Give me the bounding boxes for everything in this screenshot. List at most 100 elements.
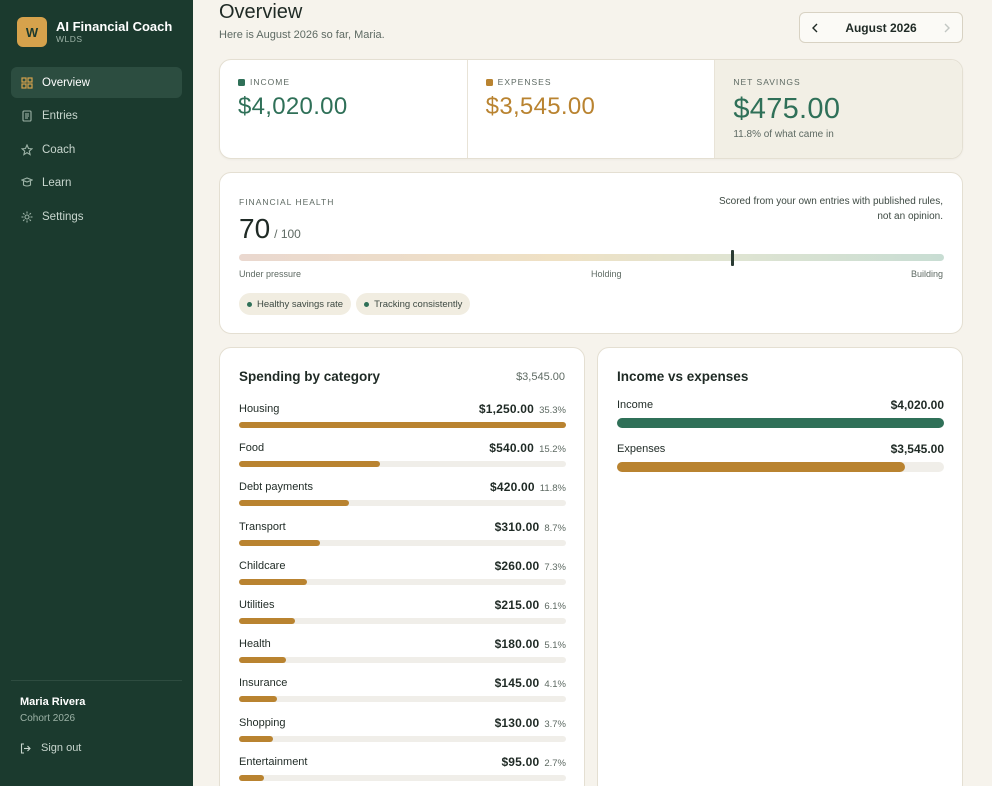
category-amount: $1,250.00 xyxy=(478,402,535,416)
category-percent: 35.3% xyxy=(539,405,566,416)
category-amount: $145.00 xyxy=(494,676,540,691)
category-amount: $215.00 xyxy=(494,598,540,612)
category-percent: 2.7% xyxy=(544,757,566,769)
income-vs-expenses-card: Income vs expenses Income $4,020.00 Expens… xyxy=(597,347,963,786)
category-bar-track xyxy=(239,461,566,468)
ive-bar-track xyxy=(617,418,944,428)
ive-bar-fill xyxy=(617,418,944,428)
chevron-right-icon xyxy=(944,23,950,32)
category-row: Utilities $215.00 6.1% xyxy=(239,598,566,629)
spending-total: $3,545.00 xyxy=(516,371,565,383)
category-name: Insurance xyxy=(239,677,288,690)
app-title: AI Financial Coach xyxy=(56,19,173,34)
previous-month-button[interactable] xyxy=(808,21,822,35)
category-amount: $540.00 xyxy=(489,441,535,456)
sidebar-item-learn[interactable]: Learn xyxy=(11,168,182,199)
category-row: Shopping $130.00 3.7% xyxy=(239,716,566,747)
category-row: Health $180.00 5.1% xyxy=(239,637,566,668)
sidebar-item-label: Coach xyxy=(42,143,76,156)
category-bar-track xyxy=(239,578,566,585)
net-savings-label: NET SAVINGS xyxy=(733,77,801,87)
category-name: Entertainment xyxy=(239,755,308,768)
income-summary: INCOME $4,020.00 xyxy=(220,60,467,158)
category-bar-track xyxy=(239,735,566,742)
category-percent: 11.8% xyxy=(539,483,566,495)
category-percent: 3.7% xyxy=(544,718,566,730)
ive-name: Expenses xyxy=(617,443,666,455)
category-bar-track xyxy=(239,657,566,664)
sidebar-item-label: Entries xyxy=(42,110,78,122)
sidebar-item-label: Settings xyxy=(42,210,84,223)
sign-out-button[interactable]: Sign out xyxy=(20,742,81,754)
category-percent: 4.1% xyxy=(544,679,566,691)
category-name: Debt payments xyxy=(239,481,313,494)
ive-amount: $3,545.00 xyxy=(890,442,944,456)
category-row: Entertainment $95.00 2.7% xyxy=(239,754,566,786)
category-percent: 8.7% xyxy=(544,522,566,534)
category-bar-fill xyxy=(239,422,566,428)
category-bar-fill xyxy=(239,735,273,742)
health-chips: Healthy savings rate Tracking consistent… xyxy=(239,293,475,315)
category-percent: 7.3% xyxy=(544,561,566,573)
sign-out-label: Sign out xyxy=(41,742,82,754)
sidebar-item-overview[interactable]: Overview xyxy=(11,67,182,98)
category-row: Debt payments $420.00 11.8% xyxy=(239,480,566,511)
sign-out-icon xyxy=(20,742,31,754)
page-subtitle: Here is August 2026 so far, Maria. xyxy=(219,29,385,41)
category-name: Shopping xyxy=(239,716,286,729)
category-name: Childcare xyxy=(239,559,286,572)
ive-name: Income xyxy=(617,399,654,411)
category-row: Insurance $145.00 4.1% xyxy=(239,676,566,707)
category-bar-track xyxy=(239,618,566,624)
financial-health-card: FINANCIAL HEALTH 70 / 100 Scored from yo… xyxy=(219,172,963,334)
category-name: Housing xyxy=(239,403,280,415)
user-name: Maria Rivera xyxy=(20,696,86,708)
category-name: Health xyxy=(239,638,271,651)
spending-title: Spending by category xyxy=(239,369,381,384)
category-bar-track xyxy=(239,696,566,703)
category-bar-fill xyxy=(239,618,296,624)
list-icon xyxy=(22,110,32,122)
sidebar-nav: Overview Entries Coach Learn Settings xyxy=(11,67,182,235)
category-percent: 6.1% xyxy=(544,601,566,612)
next-month-button[interactable] xyxy=(940,21,954,35)
category-row: Housing $1,250.00 35.3% xyxy=(239,402,566,433)
sidebar-item-settings[interactable]: Settings xyxy=(11,201,182,232)
sidebar: W AI Financial Coach WLDS Overview Entri… xyxy=(0,0,193,786)
chip-dot xyxy=(364,301,370,307)
ive-row: Expenses $3,545.00 xyxy=(617,442,944,473)
category-bar-track xyxy=(239,422,566,428)
category-name: Utilities xyxy=(239,599,275,611)
category-amount: $260.00 xyxy=(494,558,540,573)
category-bar-fill xyxy=(239,500,349,507)
ive-bar-fill xyxy=(617,462,906,472)
brand: W AI Financial Coach WLDS xyxy=(17,17,172,47)
category-amount: $420.00 xyxy=(489,480,535,495)
chip-tracking-consistently: Tracking consistently xyxy=(356,293,471,315)
income-value: $4,020.00 xyxy=(238,93,348,120)
expenses-summary: EXPENSES $3,545.00 xyxy=(466,60,715,158)
sidebar-item-label: Overview xyxy=(42,76,90,89)
category-bar-fill xyxy=(239,657,287,664)
ive-amount: $4,020.00 xyxy=(890,398,944,412)
score-value: 70 xyxy=(239,213,271,244)
health-scale-bar xyxy=(239,250,944,266)
app-subtitle: WLDS xyxy=(56,34,83,44)
scale-label-under-pressure: Under pressure xyxy=(239,269,302,279)
star-icon xyxy=(21,143,33,156)
net-savings-value: $475.00 xyxy=(733,93,841,125)
income-swatch xyxy=(238,78,245,86)
spending-by-category-card: Spending by category $3,545.00 Housing $1… xyxy=(219,347,585,786)
app-logo: W xyxy=(17,17,47,47)
category-bar-fill xyxy=(239,461,381,468)
sidebar-item-entries[interactable]: Entries xyxy=(11,101,182,132)
chip-healthy-savings-rate: Healthy savings rate xyxy=(239,293,352,315)
book-icon xyxy=(21,177,33,187)
sidebar-item-coach[interactable]: Coach xyxy=(11,134,182,165)
summary-card: INCOME $4,020.00 EXPENSES $3,545.00 NET … xyxy=(219,59,963,159)
expenses-value: $3,545.00 xyxy=(485,93,596,120)
category-amount: $95.00 xyxy=(501,754,540,769)
category-bar-fill xyxy=(239,578,308,585)
score-max: / 100 xyxy=(274,227,301,241)
expenses-swatch xyxy=(485,78,493,86)
